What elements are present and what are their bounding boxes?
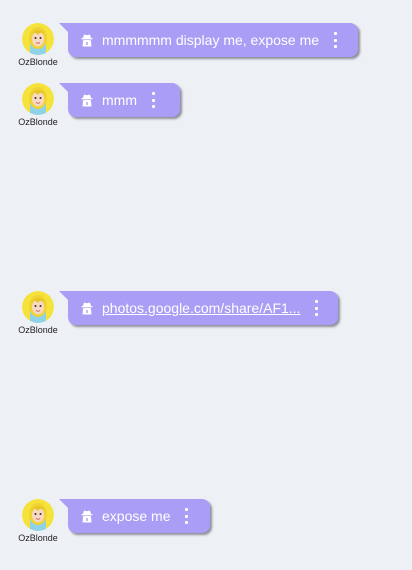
avatar[interactable] <box>22 291 54 323</box>
message-text: mmmmmm display me, expose me <box>102 32 320 48</box>
sender-block: OzBlonde <box>10 499 66 543</box>
username: OzBlonde <box>18 57 58 67</box>
sender-block: OzBlonde <box>10 291 66 335</box>
chat-message: OzBlonde mmmmmm display me, expose me <box>0 23 412 83</box>
message-text: mmm <box>102 92 137 108</box>
message-bubble[interactable]: mmm <box>59 83 180 117</box>
kebab-menu-icon[interactable] <box>180 507 192 525</box>
username: OzBlonde <box>18 533 58 543</box>
message-bubble[interactable]: photos.google.com/share/AF1... <box>59 291 338 325</box>
message-link[interactable]: photos.google.com/share/AF1... <box>102 300 300 316</box>
avatar[interactable] <box>22 83 54 115</box>
avatar[interactable] <box>22 23 54 55</box>
anonymous-spy-icon <box>80 33 94 47</box>
bubble-tail <box>59 499 69 509</box>
username: OzBlonde <box>18 325 58 335</box>
sender-block: OzBlonde <box>10 23 66 67</box>
kebab-menu-icon[interactable] <box>147 91 159 109</box>
username: OzBlonde <box>18 117 58 127</box>
bubble-tail <box>59 83 69 93</box>
sender-block: OzBlonde <box>10 83 66 127</box>
message-bubble[interactable]: expose me <box>59 499 210 533</box>
kebab-menu-icon[interactable] <box>310 299 322 317</box>
anonymous-spy-icon <box>80 509 94 523</box>
bubble-tail <box>59 23 69 33</box>
anonymous-spy-icon <box>80 301 94 315</box>
message-text: expose me <box>102 508 171 524</box>
anonymous-spy-icon <box>80 93 94 107</box>
avatar[interactable] <box>22 499 54 531</box>
message-bubble[interactable]: mmmmmm display me, expose me <box>59 23 358 57</box>
chat-message: OzBlonde mmm <box>0 83 412 143</box>
bubble-tail <box>59 291 69 301</box>
kebab-menu-icon[interactable] <box>329 31 341 49</box>
chat-message: OzBlonde expose me <box>0 499 412 559</box>
chat-message: OzBlonde photos.google.com/share/AF1... <box>0 291 412 351</box>
